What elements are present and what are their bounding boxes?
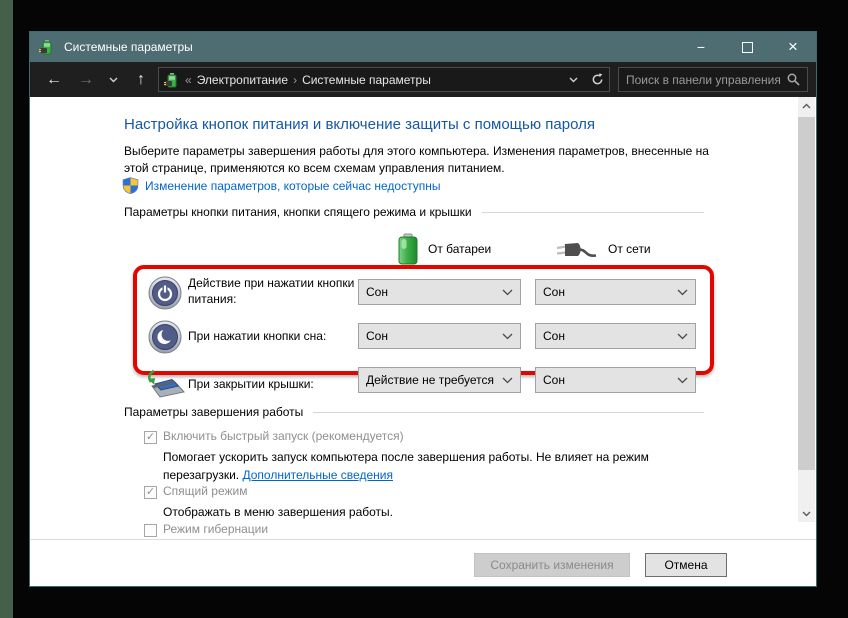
power-button-ac-select[interactable]: Сон [535, 279, 696, 305]
chevron-down-icon [677, 289, 688, 296]
chevron-down-icon [502, 289, 513, 296]
maximize-button[interactable] [724, 32, 770, 62]
refresh-button[interactable] [585, 68, 609, 91]
sleep-mode-label: Спящий режим [163, 484, 247, 498]
power-buttons-group-title: Параметры кнопки питания, кнопки спящего… [124, 205, 472, 219]
search-box[interactable] [618, 67, 808, 92]
power-options-app-icon [39, 39, 55, 55]
intro-text: Выберите параметры завершения работы для… [124, 143, 716, 177]
chevron-down-icon [677, 333, 688, 340]
address-page-icon [164, 72, 180, 88]
recent-pages-button[interactable] [104, 62, 122, 97]
breadcrumb-item-system-settings[interactable]: Системные параметры [302, 73, 431, 87]
group-rule [482, 212, 704, 213]
chevron-down-icon [502, 377, 513, 384]
power-buttons-group-header: Параметры кнопки питания, кнопки спящего… [124, 205, 704, 219]
checkmark-icon: ✓ [146, 431, 155, 443]
search-input[interactable] [619, 73, 787, 87]
desktop-background-strip [0, 0, 13, 618]
screenshot-root: Системные параметры − × ← → [0, 0, 848, 618]
breadcrumb-item-power-options[interactable]: Электропитание [197, 73, 288, 87]
fast-startup-checkbox[interactable]: ✓ [144, 431, 157, 444]
change-unavailable-settings-link[interactable]: Изменение параметров, которые сейчас нед… [145, 179, 441, 193]
footer-divider [30, 539, 816, 540]
lid-close-icon [142, 368, 186, 400]
scroll-down-button[interactable] [798, 505, 815, 522]
cancel-button[interactable]: Отмена [645, 553, 727, 577]
sleep-button-ac-select[interactable]: Сон [535, 323, 696, 349]
lid-close-action-label: При закрытии крышки: [188, 376, 362, 392]
breadcrumb-separator: › [293, 73, 297, 87]
breadcrumb-prefix: « [185, 73, 192, 87]
page-title: Настройка кнопок питания и включение защ… [124, 116, 595, 133]
power-button-icon [148, 276, 182, 310]
up-button[interactable]: ↑ [128, 62, 154, 97]
forward-button[interactable]: → [72, 62, 100, 97]
battery-icon [397, 233, 419, 266]
minimize-button[interactable]: − [678, 32, 724, 62]
admin-settings-row: Изменение параметров, которые сейчас нед… [122, 177, 441, 194]
maximize-icon [742, 42, 753, 53]
sleep-mode-checkbox[interactable]: ✓ [144, 486, 157, 499]
save-changes-button[interactable]: Сохранить изменения [474, 553, 630, 577]
navigation-bar: ← → ↑ [30, 62, 816, 97]
chevron-down-icon [569, 77, 578, 83]
ac-plug-icon [552, 240, 600, 262]
refresh-icon [591, 73, 604, 86]
chevron-down-icon [802, 511, 811, 517]
address-dropdown-button[interactable] [561, 68, 585, 91]
chevron-down-icon [109, 77, 118, 83]
uac-shield-icon [122, 177, 139, 194]
ac-column-header: От сети [608, 242, 651, 256]
sleep-button-action-label: При нажатии кнопки сна: [188, 328, 362, 344]
sleep-button-icon [148, 320, 182, 354]
lid-close-ac-select[interactable]: Сон [535, 367, 696, 393]
lid-close-battery-select[interactable]: Действие не требуется [358, 367, 521, 393]
sleep-button-battery-select[interactable]: Сон [358, 323, 521, 349]
battery-column-header: От батареи [428, 242, 491, 256]
up-icon: ↑ [137, 71, 145, 89]
window-title: Системные параметры [64, 40, 193, 54]
address-bar-actions [561, 68, 609, 91]
group-rule [313, 412, 704, 413]
titlebar[interactable]: Системные параметры − × [30, 32, 816, 62]
fast-startup-label: Включить быстрый запуск (рекомендуется) [163, 429, 404, 443]
back-button[interactable]: ← [40, 62, 68, 97]
power-button-battery-select[interactable]: Сон [358, 279, 521, 305]
back-icon: ← [46, 71, 62, 89]
chevron-up-icon [802, 103, 811, 109]
scroll-up-button[interactable] [798, 97, 815, 114]
power-button-action-label: Действие при нажатии кнопки питания: [188, 275, 362, 307]
minimize-icon: − [697, 39, 705, 55]
hibernate-checkbox[interactable] [144, 524, 157, 537]
shutdown-group-header: Параметры завершения работы [124, 405, 704, 419]
address-bar[interactable]: « Электропитание › Системные параметры [158, 67, 610, 92]
more-info-link[interactable]: Дополнительные сведения [242, 468, 392, 482]
system-settings-window: Системные параметры − × ← → [30, 32, 816, 586]
checkmark-icon: ✓ [146, 486, 155, 498]
chevron-down-icon [502, 333, 513, 340]
chevron-down-icon [677, 377, 688, 384]
search-icon[interactable] [787, 73, 800, 86]
close-button[interactable]: × [770, 32, 816, 62]
scrollbar-thumb[interactable] [798, 117, 815, 470]
close-icon: × [788, 37, 798, 57]
hibernate-label: Режим гибернации [163, 522, 268, 536]
forward-icon: → [78, 71, 94, 89]
window-controls: − × [678, 32, 816, 62]
sleep-mode-description: Отображать в меню завершения работы. [163, 503, 709, 521]
fast-startup-description: Помогает ускорить запуск компьютера посл… [163, 448, 709, 484]
shutdown-group-title: Параметры завершения работы [124, 405, 303, 419]
vertical-scrollbar[interactable] [798, 97, 815, 522]
